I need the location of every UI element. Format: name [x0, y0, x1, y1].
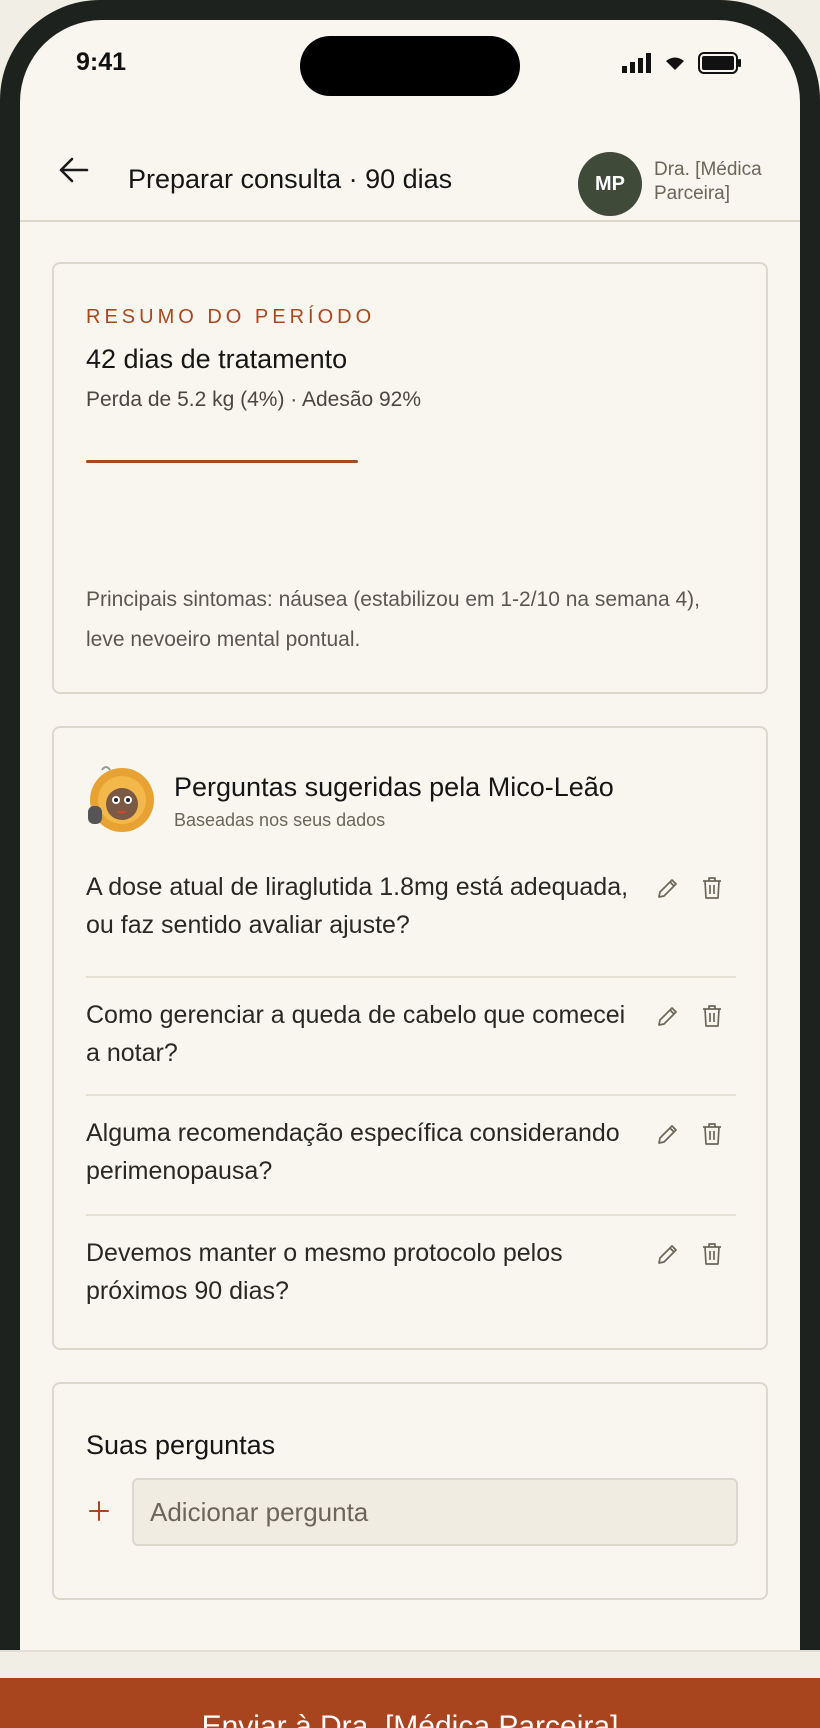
delete-question-button[interactable]: [698, 874, 726, 902]
delete-question-button[interactable]: [698, 1120, 726, 1148]
question-text: Devemos manter o mesmo protocolo pelos p…: [86, 1239, 563, 1305]
summary-symptoms: Principais sintomas: náusea (estabilizou…: [86, 588, 700, 651]
question-item: Devemos manter o mesmo protocolo pelos p…: [86, 1216, 736, 1334]
period-summary-card: RESUMO DO PERÍODO 42 dias de tratamento …: [52, 262, 768, 694]
plus-icon: [89, 1501, 109, 1521]
delete-question-button[interactable]: [698, 1002, 726, 1030]
doctor-name: Dra. [Médica Parceira]: [654, 159, 762, 204]
doctor-avatar[interactable]: MP: [578, 152, 642, 216]
dynamic-island: [300, 36, 520, 96]
back-button[interactable]: [54, 150, 94, 190]
battery-icon: [698, 52, 741, 74]
trash-icon: [703, 1243, 721, 1265]
question-item: Como gerenciar a queda de cabelo que com…: [86, 978, 736, 1096]
question-text: Como gerenciar a queda de cabelo que com…: [86, 1001, 626, 1067]
summary-eyebrow: RESUMO DO PERÍODO: [86, 306, 376, 328]
question-text: A dose atual de liraglutida 1.8mg está a…: [86, 873, 629, 939]
bottom-divider: [0, 1650, 820, 1678]
edit-question-button[interactable]: [654, 1002, 682, 1030]
edit-question-button[interactable]: [654, 874, 682, 902]
edit-question-button[interactable]: [654, 1240, 682, 1268]
summary-stats: Perda de 5.2 kg (4%) · Adesão 92%: [86, 388, 422, 411]
summary-trend-line: [86, 460, 358, 463]
trash-icon: [703, 1005, 721, 1027]
pencil-icon: [658, 1125, 677, 1144]
top-app-bar: Preparar consulta · 90 dias MP Dra. [Méd…: [20, 120, 800, 222]
delete-question-button[interactable]: [698, 1240, 726, 1268]
send-to-doctor-button[interactable]: Enviar à Dra. [Médica Parceira]: [0, 1678, 820, 1728]
your-questions-title: Suas perguntas: [86, 1430, 276, 1460]
summary-title: 42 dias de tratamento: [86, 344, 348, 374]
app-screen: 9:41 Preparar consulta · 90 dias MP Dra.…: [20, 20, 800, 1650]
pencil-icon: [658, 1245, 677, 1264]
add-question-button[interactable]: [86, 1498, 112, 1524]
your-questions-card: Suas perguntas: [52, 1382, 768, 1600]
back-arrow-icon: [59, 157, 89, 183]
question-text: Alguma recomendação específica considera…: [86, 1119, 620, 1185]
page-title: Preparar consulta · 90 dias: [128, 164, 453, 194]
add-question-input[interactable]: [132, 1478, 738, 1546]
suggested-questions-card: Perguntas sugeridas pela Mico-Leão Basea…: [52, 726, 768, 1350]
phone-frame: 9:41 Preparar consulta · 90 dias MP Dra.…: [0, 0, 820, 1650]
question-item: A dose atual de liraglutida 1.8mg está a…: [86, 858, 736, 978]
pencil-icon: [658, 879, 677, 898]
suggested-title: Perguntas sugeridas pela Mico-Leão: [174, 772, 614, 802]
question-item: Alguma recomendação específica considera…: [86, 1096, 736, 1216]
pencil-icon: [658, 1007, 677, 1026]
signal-icon: [622, 53, 651, 73]
question-list: A dose atual de liraglutida 1.8mg está a…: [86, 858, 736, 1334]
status-time: 9:41: [76, 48, 127, 76]
edit-question-button[interactable]: [654, 1120, 682, 1148]
trash-icon: [703, 877, 721, 899]
trash-icon: [703, 1123, 721, 1145]
status-icons: [622, 52, 742, 74]
suggested-subtitle: Baseadas nos seus dados: [174, 810, 386, 830]
wifi-icon: [666, 57, 684, 70]
mico-leao-icon: [88, 766, 154, 832]
